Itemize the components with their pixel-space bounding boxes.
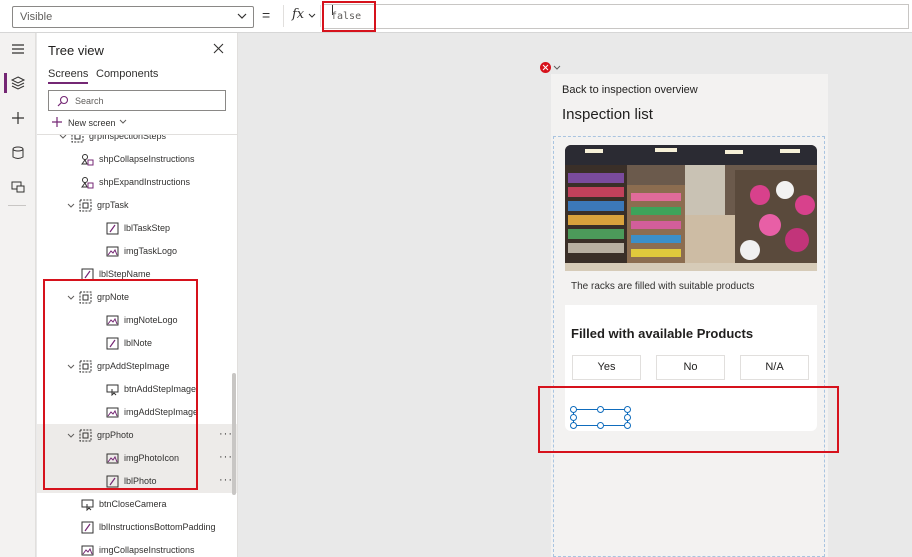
tree-node[interactable]: grpTask <box>37 194 237 217</box>
tree-node-label: lblTaskStep <box>124 223 171 233</box>
tree-node[interactable]: lblTaskStep <box>37 217 237 240</box>
media-icon[interactable] <box>10 179 26 195</box>
choice-na-button[interactable]: N/A <box>740 355 809 380</box>
plus-icon <box>52 117 62 127</box>
more-options-icon[interactable]: ··· <box>219 451 233 463</box>
chevron-down-icon[interactable] <box>59 135 67 141</box>
left-rail <box>0 33 36 557</box>
image-icon <box>106 246 119 257</box>
choice-yes-button[interactable]: Yes <box>572 355 641 380</box>
choice-no-button[interactable]: No <box>656 355 725 380</box>
search-input[interactable]: Search <box>48 90 226 111</box>
tree-node-label: imgCollapseInstructions <box>99 545 195 555</box>
property-dropdown[interactable]: Visible <box>12 6 254 28</box>
tree-node[interactable]: lblInstructionsBottomPadding <box>37 516 237 539</box>
tree-node-label: imgTaskLogo <box>124 246 178 256</box>
group-icon <box>79 199 92 212</box>
tree-node-label: btnCloseCamera <box>99 499 167 509</box>
chevron-down-icon <box>308 13 316 18</box>
tree-node[interactable]: shpCollapseInstructions <box>37 148 237 171</box>
chevron-down-icon <box>119 119 127 124</box>
tree-view-title: Tree view <box>48 43 104 58</box>
fx-icon: fx <box>292 7 305 22</box>
highlight-box-canvas <box>538 386 839 453</box>
chevron-down-icon[interactable] <box>67 202 75 210</box>
highlight-box-formula <box>322 1 376 32</box>
highlight-box-tree <box>43 279 198 490</box>
tree-node-label: lblStepName <box>99 269 151 279</box>
plus-icon[interactable] <box>10 110 26 126</box>
fx-button[interactable]: fx <box>283 5 321 27</box>
search-placeholder: Search <box>75 96 104 106</box>
tree-node-label: shpCollapseInstructions <box>99 154 195 164</box>
image-icon <box>81 545 94 556</box>
close-icon[interactable] <box>213 43 224 54</box>
shape-icon <box>81 177 94 189</box>
page-title: Inspection list <box>562 106 653 123</box>
equals-sign: = <box>262 7 271 23</box>
chevron-down-icon <box>237 13 247 19</box>
back-link[interactable]: Back to inspection overview <box>562 84 698 96</box>
search-icon <box>57 95 69 107</box>
tree-node-label: grpInspectionSteps <box>89 135 167 141</box>
tree-node[interactable]: imgCollapseInstructions <box>37 539 237 557</box>
store-photo <box>565 145 817 271</box>
property-value: Visible <box>20 11 53 23</box>
rail-divider <box>8 205 26 206</box>
group-icon <box>71 135 84 143</box>
more-options-icon[interactable]: ··· <box>219 428 233 440</box>
app-header: Back to inspection overview Inspection l… <box>551 74 828 134</box>
tab-components[interactable]: Components <box>96 68 158 80</box>
tree-node-label: lblInstructionsBottomPadding <box>99 522 216 532</box>
more-options-icon[interactable]: ··· <box>219 474 233 486</box>
question-label: Filled with available Products <box>571 326 754 341</box>
formula-bar: Visible = fx false <box>0 0 912 33</box>
shape-icon <box>81 154 94 166</box>
chevron-down-icon[interactable] <box>553 64 561 72</box>
tree-node[interactable]: shpExpandInstructions <box>37 171 237 194</box>
tab-screens[interactable]: Screens <box>48 68 89 84</box>
app-screen: Back to inspection overview Inspection l… <box>551 74 828 557</box>
layers-icon[interactable] <box>10 75 26 91</box>
tree-scrollbar[interactable] <box>232 373 236 495</box>
error-icon[interactable] <box>540 62 551 73</box>
active-indicator <box>4 73 7 93</box>
tree-node-label: grpTask <box>97 200 129 210</box>
hamburger-icon[interactable] <box>10 41 26 57</box>
new-screen-label: New screen <box>68 118 116 128</box>
button-icon <box>81 499 94 511</box>
formula-input[interactable]: false <box>323 4 909 29</box>
tree-node[interactable]: imgTaskLogo <box>37 240 237 263</box>
tree-node-label: shpExpandInstructions <box>99 177 191 187</box>
tree-node[interactable]: btnCloseCamera <box>37 493 237 516</box>
label-icon <box>106 222 119 235</box>
label-icon <box>81 521 94 534</box>
database-icon[interactable] <box>10 145 26 161</box>
card-caption: The racks are filled with suitable produ… <box>571 281 755 292</box>
tree-node[interactable]: grpInspectionSteps <box>37 135 237 148</box>
